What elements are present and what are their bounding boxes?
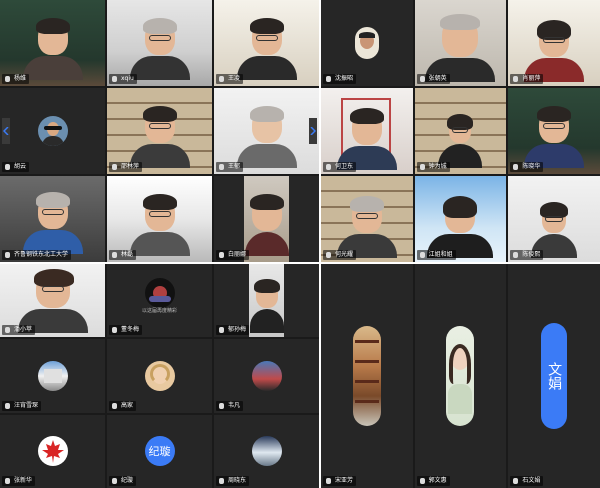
meeting-window-4: 宋亚芳 郭文惠 文娟 石文娟 [321,264,600,488]
participant-tile[interactable]: 周晓东 [214,414,319,488]
participant-name: 董冬梅 [109,325,143,336]
video-grid: 潘小苹 以这届再度精彩 董冬梅 郁孙梅 汪宵雪琛 高家 韦凡 张新华 纪璇 纪璇… [0,264,319,488]
participant-name: 杨维 [2,74,30,84]
participant-tile[interactable]: 陈晓华 [508,88,600,174]
participant-tile[interactable]: 杨维 [0,0,105,86]
participant-tile[interactable]: 江姐和姐 [414,176,507,262]
participant-tile[interactable]: 肖丽萍 [508,0,600,86]
participant-name: 肖丽萍 [510,74,544,84]
participant-tile[interactable]: 汪宵雪琛 [0,339,105,413]
participant-name: 周晓东 [216,476,250,486]
participant-tile[interactable]: 宋亚芳 [321,264,413,488]
video-grid: 宋亚芳 郭文惠 文娟 石文娟 [321,264,600,488]
participant-tile[interactable]: 张朝英 [414,0,507,86]
participant-name: 钟为城 [416,162,450,172]
participant-tile[interactable]: 钟为城 [414,88,507,174]
meeting-window-1: 杨维 xqiu 王凌 胡云 邵林萍 王郁 齐鲁钢铁东北工大学 林磊 白丽娜 [0,0,319,262]
participant-name: 齐鲁钢铁东北工大学 [2,250,72,260]
participant-name: 张新华 [2,476,36,486]
participant-tile[interactable]: 王凌 [214,0,319,86]
user-avatar-photo [144,278,175,309]
user-avatar-initials: 文娟 [541,323,568,429]
chevron-left-icon [3,127,9,135]
participant-name: 汪宵雪琛 [2,400,42,411]
participant-name: 宋亚芳 [323,476,357,486]
participant-name: 潘小苹 [2,325,36,336]
next-page-button[interactable] [309,118,317,144]
participant-name: 沈振昭 [323,74,357,84]
participant-tile[interactable]: 王郁 [214,88,319,174]
participant-name: 何光耀 [323,250,357,260]
user-avatar-photo [251,436,282,467]
user-avatar-photo [251,360,282,391]
user-avatar-photo [37,360,68,391]
participant-tile[interactable]: 高家 [107,339,212,413]
participant-name: 江姐和姐 [416,250,456,260]
user-avatar-photo [354,27,379,59]
participant-tile[interactable]: 陈俊熙 [508,176,600,262]
participant-name: 郁孙梅 [216,325,250,336]
participant-name: 胡云 [2,162,30,172]
video-grid: 杨维 xqiu 王凌 胡云 邵林萍 王郁 齐鲁钢铁东北工大学 林磊 白丽娜 [0,0,319,262]
participant-tile[interactable]: 林磊 [107,176,212,262]
participant-tile[interactable]: 郁孙梅 [214,264,319,338]
participant-tile[interactable]: 郭文惠 [414,264,507,488]
user-avatar-photo [37,116,68,146]
participant-name: 陈俊熙 [510,250,544,260]
participant-tile[interactable]: 文娟 石文娟 [508,264,600,488]
participant-name: 白丽娜 [216,250,250,260]
participant-tile[interactable]: 潘小苹 [0,264,105,338]
video-grid: 沈振昭 张朝英 肖丽萍 何卫东 钟为城 陈晓华 何光耀 江姐和姐 陈俊熙 [321,0,600,262]
participant-tile[interactable]: 何光耀 [321,176,413,262]
participant-tile[interactable]: 纪璇 纪璇 [107,414,212,488]
chevron-right-icon [310,127,316,135]
participant-tile[interactable]: 以这届再度精彩 董冬梅 [107,264,212,338]
user-avatar-initials: 纪璇 [144,436,175,467]
avatar-caption: 以这届再度精彩 [141,307,178,314]
participant-name: 高家 [109,400,137,411]
participant-tile[interactable]: 张新华 [0,414,105,488]
pagoda-avatar [352,326,381,426]
participant-name: 邵林萍 [109,162,143,172]
participant-tile[interactable]: 邵林萍 [107,88,212,174]
participant-name: 何卫东 [323,162,357,172]
participant-tile[interactable]: 何卫东 [321,88,413,174]
participant-tile[interactable]: 白丽娜 [214,176,319,262]
participant-name: 张朝英 [416,74,450,84]
participant-tile[interactable]: 齐鲁钢铁东北工大学 [0,176,105,262]
participant-name: 韦凡 [216,400,244,411]
participant-name: xqiu [109,74,137,84]
meeting-window-2: 沈振昭 张朝英 肖丽萍 何卫东 钟为城 陈晓华 何光耀 江姐和姐 陈俊熙 [321,0,600,262]
participant-name: 王郁 [216,162,244,172]
participant-name: 郭文惠 [416,476,450,486]
user-avatar-photo [446,326,475,426]
meeting-window-3: 潘小苹 以这届再度精彩 董冬梅 郁孙梅 汪宵雪琛 高家 韦凡 张新华 纪璇 纪璇… [0,264,319,488]
participant-tile[interactable]: 胡云 [0,88,105,174]
participant-name: 陈晓华 [510,162,544,172]
participant-name: 石文娟 [510,476,544,486]
previous-page-button[interactable] [2,118,10,144]
participant-tile[interactable]: 韦凡 [214,339,319,413]
maple-leaf-icon [37,436,68,467]
participant-name: 纪璇 [109,476,137,486]
participant-tile[interactable]: 沈振昭 [321,0,413,86]
participant-tile[interactable]: xqiu [107,0,212,86]
participant-name: 王凌 [216,74,244,84]
user-avatar-photo [144,360,175,391]
participant-name: 林磊 [109,250,137,260]
